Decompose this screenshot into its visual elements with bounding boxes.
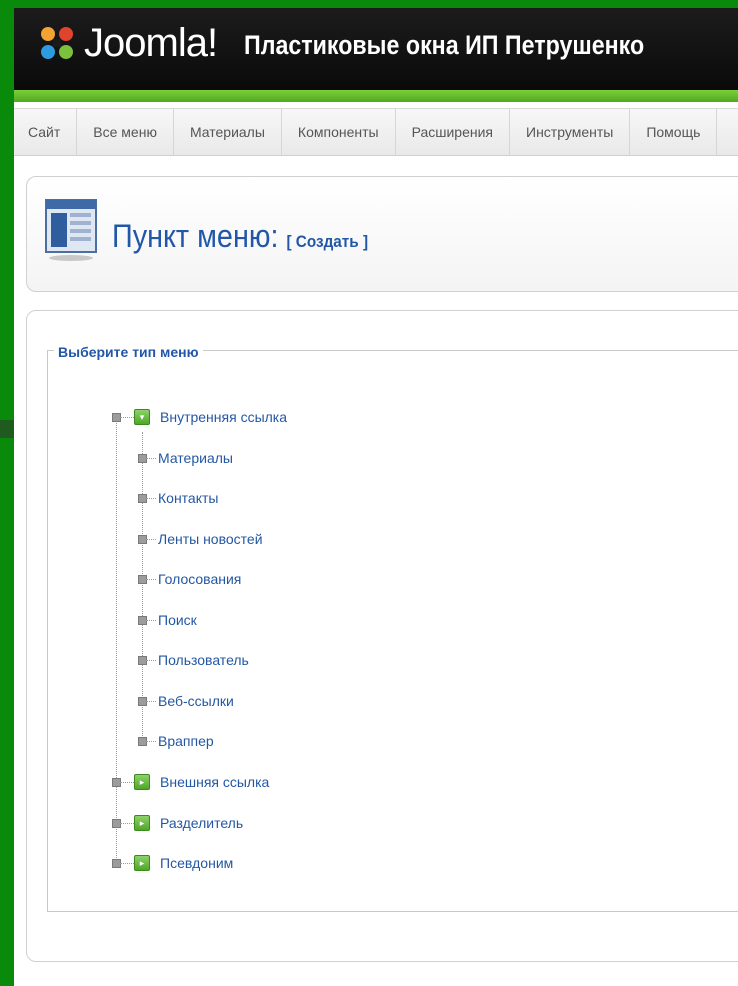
tree-item-external-link[interactable]: Внешняя ссылка (160, 773, 269, 791)
page-title-main: Пункт меню: (112, 218, 279, 254)
tree-item-internal-link[interactable]: Внутренняя ссылка (160, 408, 287, 426)
tree-item-search[interactable]: Поиск (158, 611, 197, 629)
tree-item-user[interactable]: Пользователь (158, 651, 249, 669)
collapsed-folder-icon[interactable]: ▸ (134, 774, 150, 790)
tree-connector (120, 417, 134, 418)
tree-item-polls[interactable]: Голосования (158, 570, 241, 588)
joomla-logo-text: Joomla! (84, 21, 218, 65)
menu-item-content[interactable]: Материалы (174, 109, 282, 155)
tree-connector (146, 701, 156, 702)
page-title-sub: [ Создать ] (286, 232, 369, 251)
menu-item-help[interactable]: Помощь (630, 109, 718, 155)
menu-item-tools[interactable]: Инструменты (510, 109, 631, 155)
tree-connector (120, 823, 134, 824)
tree-connector (146, 579, 156, 580)
menu-item-components[interactable]: Компоненты (282, 109, 396, 155)
tree-item-alias[interactable]: Псевдоним (160, 854, 233, 872)
site-name: Пластиковые окна ИП Петрушенко (244, 30, 645, 60)
tree-connector (146, 620, 156, 621)
menu-item-all-menus[interactable]: Все меню (77, 109, 174, 155)
collapsed-folder-icon[interactable]: ▸ (134, 855, 150, 871)
tree-connector (146, 741, 156, 742)
left-dark-band (0, 420, 14, 438)
tree-item-newsfeeds[interactable]: Ленты новостей (158, 530, 263, 548)
admin-header: Joomla! Пластиковые окна ИП Петрушенко (14, 8, 738, 90)
tree-item-wrapper[interactable]: Враппер (158, 732, 214, 750)
tree-connector (146, 660, 156, 661)
tree-root-line (116, 420, 117, 860)
tree-connector (146, 458, 156, 459)
expand-folder-icon[interactable]: ▾ (134, 409, 150, 425)
menu-item-extensions[interactable]: Расширения (396, 109, 511, 155)
joomla-logo-icon (41, 27, 73, 59)
collapsed-folder-icon[interactable]: ▸ (134, 815, 150, 831)
admin-menubar: Сайт Все меню Материалы Компоненты Расши… (14, 108, 738, 156)
tree-connector (146, 539, 156, 540)
left-green-strip (0, 0, 14, 986)
header-green-bar (14, 90, 738, 102)
tree-connector (120, 782, 134, 783)
tree-child-line (142, 432, 143, 740)
tree-connector (120, 863, 134, 864)
menu-item-site[interactable]: Сайт (14, 109, 78, 155)
tree-item-content[interactable]: Материалы (158, 449, 233, 467)
page-title: Пункт меню: [ Создать ] (112, 216, 368, 262)
tree-item-separator[interactable]: Разделитель (160, 814, 243, 832)
menu-type-fieldset (47, 350, 738, 912)
menu-type-legend: Выберите тип меню (54, 344, 203, 360)
tree-item-weblinks[interactable]: Веб-ссылки (158, 692, 234, 710)
admin-page: Joomla! Пластиковые окна ИП Петрушенко С… (14, 8, 738, 986)
tree-connector (146, 498, 156, 499)
tree-item-contacts[interactable]: Контакты (158, 489, 218, 507)
menu-item-icon (45, 199, 97, 261)
